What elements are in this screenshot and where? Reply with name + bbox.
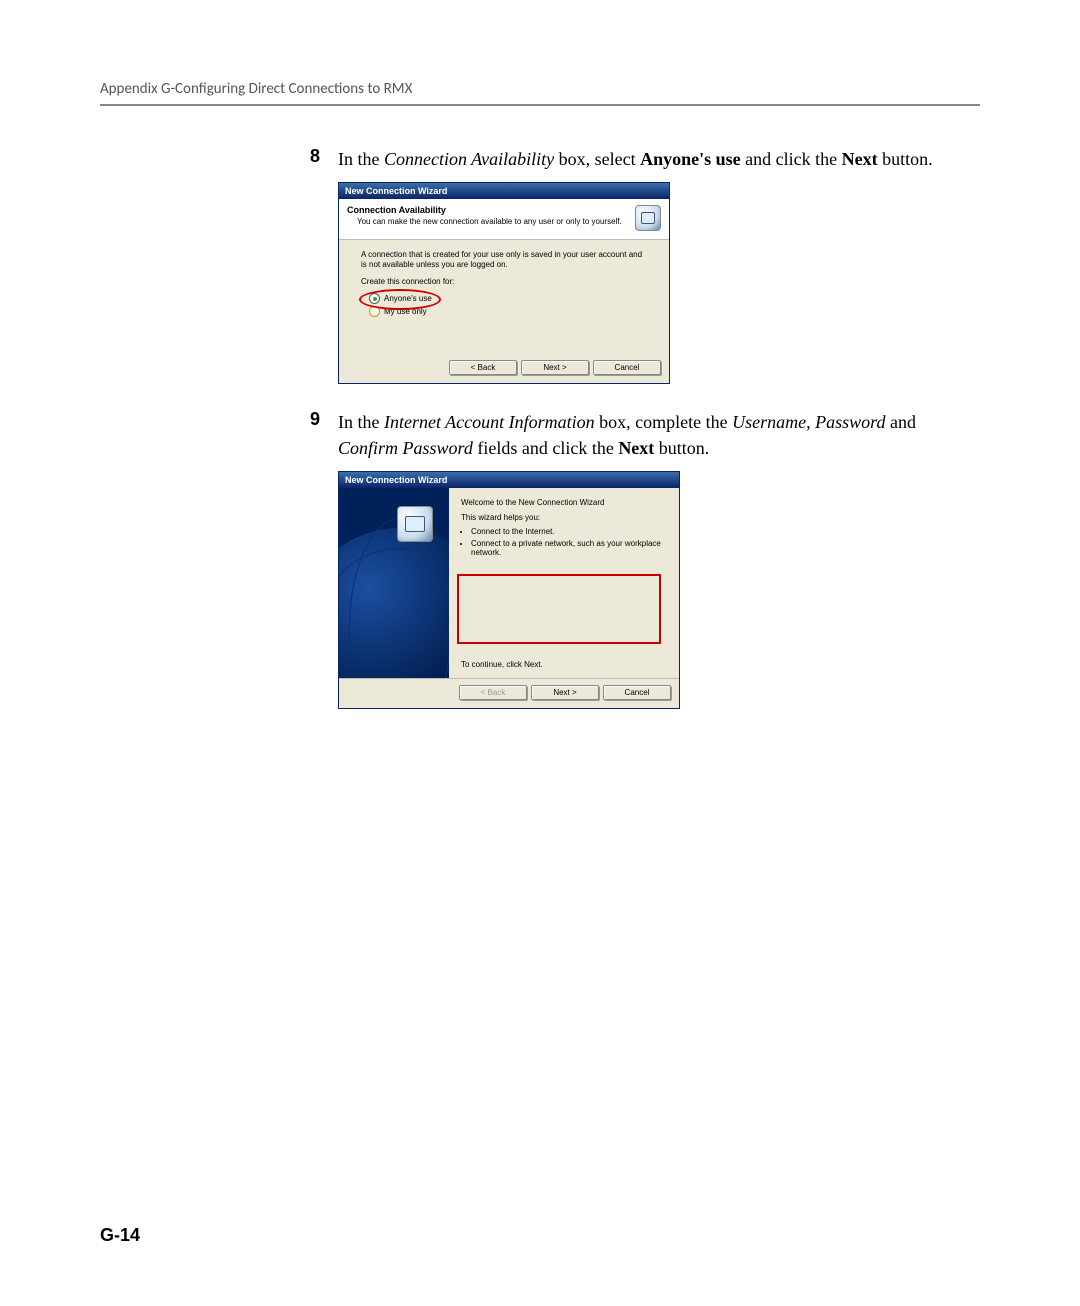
text: In the <box>338 149 384 169</box>
radio-selected-icon <box>369 293 380 304</box>
bullet-item: Connect to a private network, such as yo… <box>471 539 669 557</box>
step-body: In the Connection Availability box, sele… <box>338 146 980 172</box>
screenshot-connection-availability: New Connection Wizard Connection Availab… <box>338 182 980 384</box>
text-bold: Next <box>842 149 878 169</box>
header-rule <box>100 104 980 106</box>
create-label: Create this connection for: <box>361 277 647 287</box>
text-italic: Confirm Password <box>338 438 473 458</box>
text: fields and click the <box>473 438 618 458</box>
dialog-titlebar: New Connection Wizard <box>339 183 669 199</box>
dialog-main: Welcome to the New Connection Wizard Thi… <box>449 488 679 678</box>
bullet-item: Connect to the Internet. <box>471 527 669 536</box>
text: and <box>885 412 916 432</box>
text: button. <box>878 149 933 169</box>
dialog-body: A connection that is created for your us… <box>339 240 669 354</box>
text: and click the <box>741 149 842 169</box>
step-8: 8 In the Connection Availability box, se… <box>290 146 980 172</box>
dialog-text: This wizard helps you: <box>461 513 669 522</box>
dialog-subheading: You can make the new connection availabl… <box>347 217 635 226</box>
radio-anyones-use[interactable]: Anyone's use <box>369 293 647 304</box>
text-italic: Internet Account Information <box>384 412 595 432</box>
cancel-button[interactable]: Cancel <box>593 360 661 375</box>
step-number: 9 <box>290 409 338 430</box>
radio-unselected-icon <box>369 306 380 317</box>
dialog-text: A connection that is created for your us… <box>361 250 647 271</box>
text: , <box>806 412 815 432</box>
screenshot-welcome-wizard: New Connection Wizard Welcome to the New… <box>338 471 980 709</box>
text: In the <box>338 412 384 432</box>
dialog-buttons: < Back Next > Cancel <box>339 678 679 708</box>
text-italic: Password <box>815 412 885 432</box>
dialog-titlebar: New Connection Wizard <box>339 472 679 488</box>
running-header: Appendix G-Configuring Direct Connection… <box>100 80 980 98</box>
cancel-button[interactable]: Cancel <box>603 685 671 700</box>
dialog-buttons: < Back Next > Cancel <box>339 354 669 383</box>
page-number: G-14 <box>100 1225 140 1246</box>
text: box, complete the <box>595 412 732 432</box>
dialog-heading: Connection Availability <box>347 205 635 215</box>
dialog-header: Connection Availability You can make the… <box>339 199 669 240</box>
content-column: 8 In the Connection Availability box, se… <box>290 146 980 709</box>
step-number: 8 <box>290 146 338 167</box>
dialog-window: New Connection Wizard Connection Availab… <box>338 182 670 384</box>
step-9: 9 In the Internet Account Information bo… <box>290 409 980 461</box>
continue-text: To continue, click Next. <box>461 660 543 669</box>
wizard-sidebar <box>339 488 449 678</box>
radio-label: My use only <box>384 307 427 316</box>
back-button: < Back <box>459 685 527 700</box>
radio-label: Anyone's use <box>384 294 432 303</box>
next-button[interactable]: Next > <box>521 360 589 375</box>
text: box, select <box>554 149 640 169</box>
highlight-box <box>457 574 661 644</box>
step-body: In the Internet Account Information box,… <box>338 409 980 461</box>
bullet-list: Connect to the Internet. Connect to a pr… <box>461 527 669 557</box>
dialog-heading: Welcome to the New Connection Wizard <box>461 498 669 508</box>
dialog-window: New Connection Wizard Welcome to the New… <box>338 471 680 709</box>
text: button. <box>654 438 709 458</box>
document-page: Appendix G-Configuring Direct Connection… <box>0 0 1080 1306</box>
wizard-icon <box>397 506 433 542</box>
text-italic: Connection Availability <box>384 149 554 169</box>
next-button[interactable]: Next > <box>531 685 599 700</box>
text-bold: Next <box>618 438 654 458</box>
wizard-icon <box>635 205 661 231</box>
radio-my-use-only[interactable]: My use only <box>369 306 647 317</box>
back-button[interactable]: < Back <box>449 360 517 375</box>
globe-graphic <box>339 528 449 678</box>
text-bold: Anyone's use <box>640 149 741 169</box>
text-italic: Username <box>732 412 806 432</box>
